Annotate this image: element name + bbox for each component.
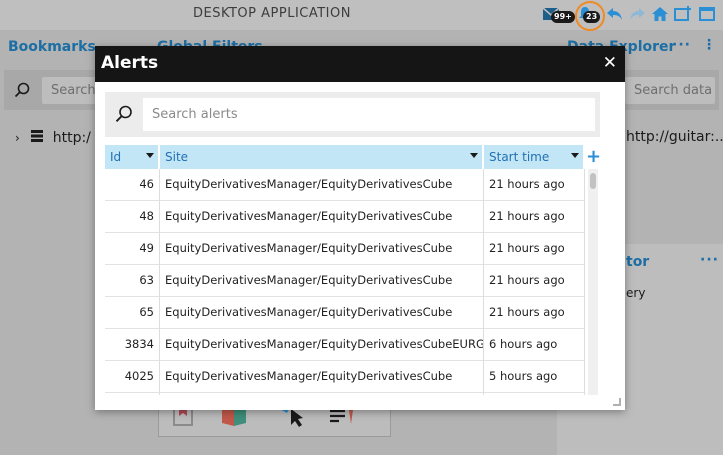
resize-handle-icon[interactable] bbox=[613, 398, 621, 406]
alerts-dialog: Alerts ✕ Id Site Start time + 46EquityDe… bbox=[95, 46, 625, 410]
cell-site: EquityDerivativesManager/EquityDerivativ… bbox=[160, 169, 484, 201]
cell-id: 65 bbox=[105, 297, 160, 329]
table-row[interactable]: 3834 EquityDerivativesManager/EquityDeriv… bbox=[105, 329, 585, 361]
undo-icon[interactable] bbox=[606, 4, 624, 24]
grid-scrollbar-thumb[interactable] bbox=[590, 173, 596, 189]
cell-start-time: 21 hours ago bbox=[484, 169, 585, 201]
alerts-count-badge[interactable]: 23 bbox=[583, 11, 601, 23]
data-explorer-search-input[interactable]: Search data bbox=[625, 77, 715, 104]
home-icon[interactable] bbox=[651, 4, 669, 24]
text-edit-widget-icon[interactable] bbox=[329, 408, 355, 430]
column-header-start-time[interactable]: Start time bbox=[484, 145, 585, 169]
top-bar: DESKTOP APPLICATION 99+ 23 bbox=[0, 0, 723, 31]
cell-start-time: 5 hours ago bbox=[484, 361, 585, 393]
data-explorer-tree-label[interactable]: http://guitar:... bbox=[626, 129, 723, 145]
alerts-dialog-title: Alerts bbox=[101, 53, 159, 73]
table-row[interactable]: 4026EquityDerivativesManager/EquityDeriv… bbox=[105, 393, 585, 395]
cell-site: EquityDerivativesManager/EquityDerivativ… bbox=[160, 265, 484, 297]
alerts-dialog-header: Alerts ✕ bbox=[95, 46, 625, 82]
cell-start-time: 6 hours ago bbox=[484, 329, 585, 361]
editor-item-label: ery bbox=[626, 286, 646, 300]
sort-caret-icon[interactable] bbox=[146, 153, 154, 158]
column-header-id-label: Id bbox=[110, 150, 122, 164]
cell-id: 4026 bbox=[105, 393, 160, 395]
cell-start-time: 21 hours ago bbox=[484, 265, 585, 297]
bookmarks-search-input[interactable]: Search bbox=[42, 77, 96, 104]
column-header-site[interactable]: Site bbox=[160, 145, 484, 169]
table-row[interactable]: 46 EquityDerivativesManager/EquityDerivat… bbox=[105, 169, 585, 201]
cell-id: 48 bbox=[105, 201, 160, 233]
column-header-start-time-label: Start time bbox=[489, 150, 550, 164]
alerts-search-input[interactable] bbox=[143, 98, 595, 131]
bookmarks-tree-row[interactable]: › http:/ bbox=[15, 129, 91, 147]
mail-count-badge: 99+ bbox=[551, 11, 575, 23]
cell-start-time: 5 hours ago bbox=[484, 393, 585, 395]
cell-id: 3834 bbox=[105, 329, 160, 361]
bookmarks-search-area: Search bbox=[4, 70, 96, 110]
cell-id: 63 bbox=[105, 265, 160, 297]
window-icon[interactable] bbox=[698, 4, 716, 24]
search-icon bbox=[115, 105, 133, 127]
editor-menu-icon[interactable]: ··· bbox=[700, 252, 719, 268]
new-tab-icon[interactable] bbox=[674, 4, 692, 24]
cell-start-time: 21 hours ago bbox=[484, 297, 585, 329]
data-explorer-search-area: Search data bbox=[625, 70, 719, 110]
table-row[interactable]: 63 EquityDerivativesManager/EquityDerivat… bbox=[105, 265, 585, 297]
cell-start-time: 21 hours ago bbox=[484, 233, 585, 265]
sort-caret-icon[interactable] bbox=[571, 153, 579, 158]
table-row[interactable]: 4025 EquityDerivativesManager/EquityDeriv… bbox=[105, 361, 585, 393]
panel-options-icon[interactable]: ⋮ bbox=[702, 37, 717, 53]
redo-icon[interactable] bbox=[628, 4, 646, 24]
server-icon bbox=[30, 129, 44, 147]
cell-id: 46 bbox=[105, 169, 160, 201]
app-title: DESKTOP APPLICATION bbox=[193, 6, 351, 21]
table-row[interactable]: 65 EquityDerivativesManager/EquityDerivat… bbox=[105, 297, 585, 329]
cell-site: EquityDerivativesManager/EquityDerivativ… bbox=[160, 361, 484, 393]
add-column-icon[interactable]: + bbox=[586, 147, 601, 167]
sort-caret-icon[interactable] bbox=[470, 153, 478, 158]
alerts-grid-body: 46 EquityDerivativesManager/EquityDerivat… bbox=[105, 169, 585, 395]
data-explorer-menu-icon[interactable]: ··· bbox=[672, 37, 691, 53]
cell-site: EquityDerivativesManager/EquityDerivativ… bbox=[160, 233, 484, 265]
editor-panel-title: tor bbox=[626, 254, 650, 270]
cell-site: EquityDerivativesManager/EquityDerivativ… bbox=[160, 329, 484, 361]
table-row[interactable]: 49 EquityDerivativesManager/EquityDerivat… bbox=[105, 233, 585, 265]
cell-site: EquityDerivativesManager/EquityDerivativ… bbox=[160, 393, 484, 395]
bookmarks-panel-title: Bookmarks bbox=[8, 39, 96, 55]
cell-id: 49 bbox=[105, 233, 160, 265]
grid-scrollbar[interactable] bbox=[588, 169, 598, 395]
cell-start-time: 21 hours ago bbox=[484, 201, 585, 233]
alerts-grid-header: Id Site Start time bbox=[105, 145, 600, 169]
column-header-id[interactable]: Id bbox=[105, 145, 160, 169]
bookmarks-tree-label: http:/ bbox=[52, 130, 91, 146]
chevron-right-icon[interactable]: › bbox=[15, 131, 20, 145]
search-icon bbox=[14, 82, 30, 102]
alerts-search-area bbox=[105, 92, 600, 137]
cell-site: EquityDerivativesManager/EquityDerivativ… bbox=[160, 297, 484, 329]
cell-id: 4025 bbox=[105, 361, 160, 393]
cell-site: EquityDerivativesManager/EquityDerivativ… bbox=[160, 201, 484, 233]
close-icon[interactable]: ✕ bbox=[603, 53, 617, 73]
table-row[interactable]: 48 EquityDerivativesManager/EquityDerivat… bbox=[105, 201, 585, 233]
column-header-site-label: Site bbox=[165, 150, 189, 164]
